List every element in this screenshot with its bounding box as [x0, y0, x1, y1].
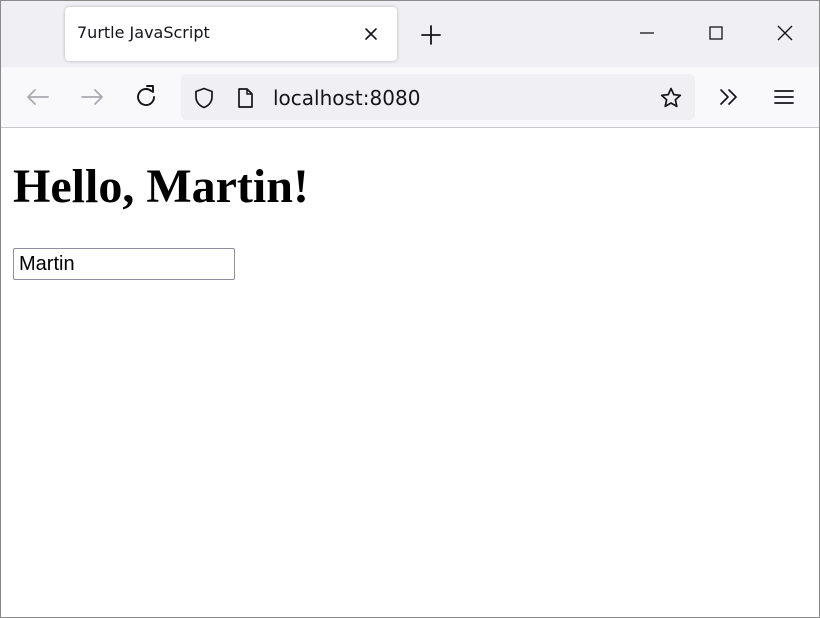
minimize-icon[interactable]	[631, 17, 663, 49]
tab-active[interactable]: 7urtle JavaScript	[65, 7, 397, 61]
page-content: Hello, Martin!	[1, 128, 819, 617]
hamburger-menu-icon[interactable]	[768, 81, 800, 113]
reload-icon[interactable]	[130, 81, 162, 113]
tab-strip: 7urtle JavaScript	[1, 1, 819, 67]
close-window-icon[interactable]	[769, 17, 801, 49]
page-heading: Hello, Martin!	[13, 160, 309, 213]
url-text[interactable]: localhost:8080	[273, 86, 420, 110]
maximize-icon[interactable]	[700, 17, 732, 49]
navigation-toolbar: localhost:8080	[1, 67, 819, 128]
page-info-icon[interactable]	[233, 86, 257, 110]
bookmark-star-icon[interactable]	[659, 86, 683, 110]
name-input[interactable]	[13, 248, 235, 280]
back-arrow-icon[interactable]	[22, 81, 54, 113]
forward-arrow-icon[interactable]	[76, 81, 108, 113]
browser-window: 7urtle JavaScript localhost:8080 Hello, …	[0, 0, 820, 618]
double-chevron-right-icon[interactable]	[713, 81, 745, 113]
shield-icon[interactable]	[192, 86, 216, 110]
new-tab-plus-icon[interactable]	[415, 21, 447, 49]
url-bar[interactable]: localhost:8080	[181, 74, 695, 120]
tab-title: 7urtle JavaScript	[77, 23, 210, 42]
tab-close-icon[interactable]	[359, 22, 383, 46]
